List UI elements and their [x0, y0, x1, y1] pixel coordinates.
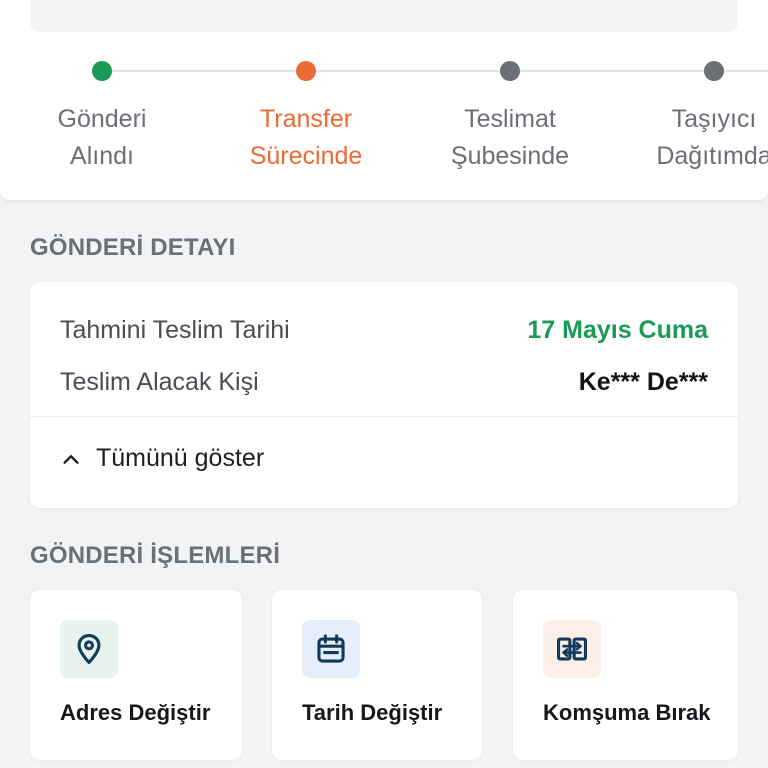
- tracking-step-at-branch: Teslimat Şubesinde: [400, 61, 620, 175]
- estimated-date-value: 17 Mayıs Cuma: [527, 315, 708, 344]
- icon-box: [302, 620, 360, 678]
- chevron-up-icon: [63, 454, 79, 464]
- shipment-detail-card: Tahmini Teslim Tarihi 17 Mayıs Cuma Tesl…: [30, 282, 738, 508]
- action-label: Komşuma Bırak: [543, 700, 711, 725]
- action-label: Tarih Değiştir: [302, 700, 443, 725]
- step-dot: [500, 61, 520, 81]
- tracking-step-out-for-delivery: Taşıyıcı Dağıtımda: [604, 61, 768, 175]
- show-all-label: Tümünü göster: [96, 444, 265, 472]
- shipment-detail-title: GÖNDERİ DETAYI: [30, 234, 236, 261]
- step-dot: [704, 61, 724, 81]
- change-date-button[interactable]: Tarih Değiştir: [272, 590, 482, 760]
- step-dot: [296, 61, 316, 81]
- step-dot: [92, 61, 112, 81]
- icon-box: [60, 620, 118, 678]
- tracking-step-received: Gönderi Alındı: [0, 61, 212, 175]
- show-all-button[interactable]: Tümünü göster: [60, 444, 264, 473]
- leave-with-neighbor-button[interactable]: Komşuma Bırak: [513, 590, 738, 760]
- tracking-card: Gönderi Alındı Transfer Sürecinde Teslim…: [0, 0, 768, 200]
- recipient-label: Teslim Alacak Kişi: [60, 367, 259, 396]
- estimated-date-label: Tahmini Teslim Tarihi: [60, 315, 290, 344]
- change-address-button[interactable]: Adres Değiştir: [30, 590, 242, 760]
- top-strip: [30, 0, 738, 32]
- tracking-step-in-transfer: Transfer Sürecinde: [196, 61, 416, 175]
- step-label: Taşıyıcı Dağıtımda: [656, 105, 768, 170]
- step-label: Teslimat Şubesinde: [450, 105, 570, 170]
- icon-box: [543, 620, 601, 678]
- calendar-icon: [317, 634, 345, 663]
- recipient-value: Ke*** De***: [578, 367, 708, 396]
- action-label: Adres Değiştir: [60, 700, 211, 725]
- recipient-row: Teslim Alacak Kişi Ke*** De***: [60, 364, 708, 400]
- estimated-date-row: Tahmini Teslim Tarihi 17 Mayıs Cuma: [60, 312, 708, 348]
- step-label: Gönderi Alındı: [57, 105, 147, 170]
- divider: [30, 416, 738, 417]
- shipment-actions-title: GÖNDERİ İŞLEMLERİ: [30, 542, 281, 569]
- neighbor-transfer-icon: [556, 637, 588, 661]
- step-label: Transfer Sürecinde: [249, 105, 363, 170]
- location-pin-icon: [77, 633, 101, 665]
